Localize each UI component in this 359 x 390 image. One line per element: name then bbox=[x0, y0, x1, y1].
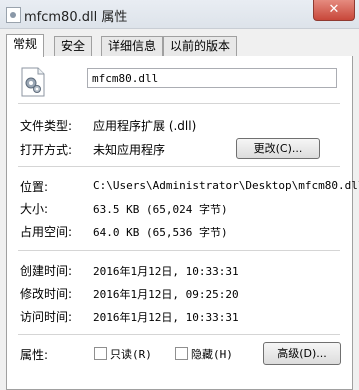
disk-size-value: 64.0 KB (65,536 字节) bbox=[93, 226, 228, 239]
accessed-value: 2016年1月12日, 10:33:31 bbox=[93, 311, 239, 324]
dll-gear-icon bbox=[20, 67, 46, 97]
hidden-label[interactable]: 隐藏(H) bbox=[191, 346, 233, 362]
created-label: 创建时间: bbox=[20, 264, 73, 278]
readonly-label[interactable]: 只读(R) bbox=[110, 346, 152, 362]
open-with-value: 未知应用程序 bbox=[93, 143, 166, 157]
tab-previous-versions[interactable]: 以前的版本 bbox=[163, 36, 238, 56]
separator bbox=[18, 250, 340, 251]
window-title: mfcm80.dll 属性 bbox=[24, 10, 128, 25]
dll-file-icon bbox=[6, 7, 21, 23]
separator bbox=[18, 334, 340, 335]
advanced-button[interactable]: 高级(D)... bbox=[263, 342, 341, 365]
tab-security[interactable]: 安全 bbox=[54, 36, 93, 56]
tab-strip: 常规 安全 详细信息 以前的版本 bbox=[6, 34, 353, 57]
readonly-checkbox[interactable] bbox=[94, 347, 107, 360]
file-type-label: 文件类型: bbox=[20, 119, 73, 133]
modified-label: 修改时间: bbox=[20, 287, 73, 301]
tab-general[interactable]: 常规 bbox=[6, 34, 45, 57]
hidden-checkbox[interactable] bbox=[175, 347, 188, 360]
tab-details[interactable]: 详细信息 bbox=[101, 36, 164, 56]
disk-size-label: 占用空间: bbox=[20, 225, 73, 239]
title-bar: mfcm80.dll 属性 ✕ bbox=[0, 0, 359, 29]
size-value: 63.5 KB (65,024 字节) bbox=[93, 203, 228, 216]
accessed-label: 访问时间: bbox=[20, 310, 73, 324]
close-button[interactable]: ✕ bbox=[313, 0, 355, 21]
location-label: 位置: bbox=[20, 180, 49, 194]
location-value: C:\Users\Administrator\Desktop\mfcm80.dl… bbox=[93, 179, 359, 192]
separator bbox=[18, 166, 340, 167]
separator bbox=[18, 103, 340, 104]
file-type-value: 应用程序扩展 (.dll) bbox=[93, 119, 197, 133]
attributes-label: 属性: bbox=[20, 348, 49, 362]
created-value: 2016年1月12日, 10:33:31 bbox=[93, 265, 239, 278]
file-name-field[interactable]: mfcm80.dll bbox=[87, 68, 337, 88]
change-button[interactable]: 更改(C)... bbox=[236, 138, 320, 159]
modified-value: 2016年1月12日, 09:25:20 bbox=[93, 288, 239, 301]
size-label: 大小: bbox=[20, 202, 49, 216]
close-icon: ✕ bbox=[328, 2, 340, 17]
open-with-label: 打开方式: bbox=[20, 143, 73, 157]
